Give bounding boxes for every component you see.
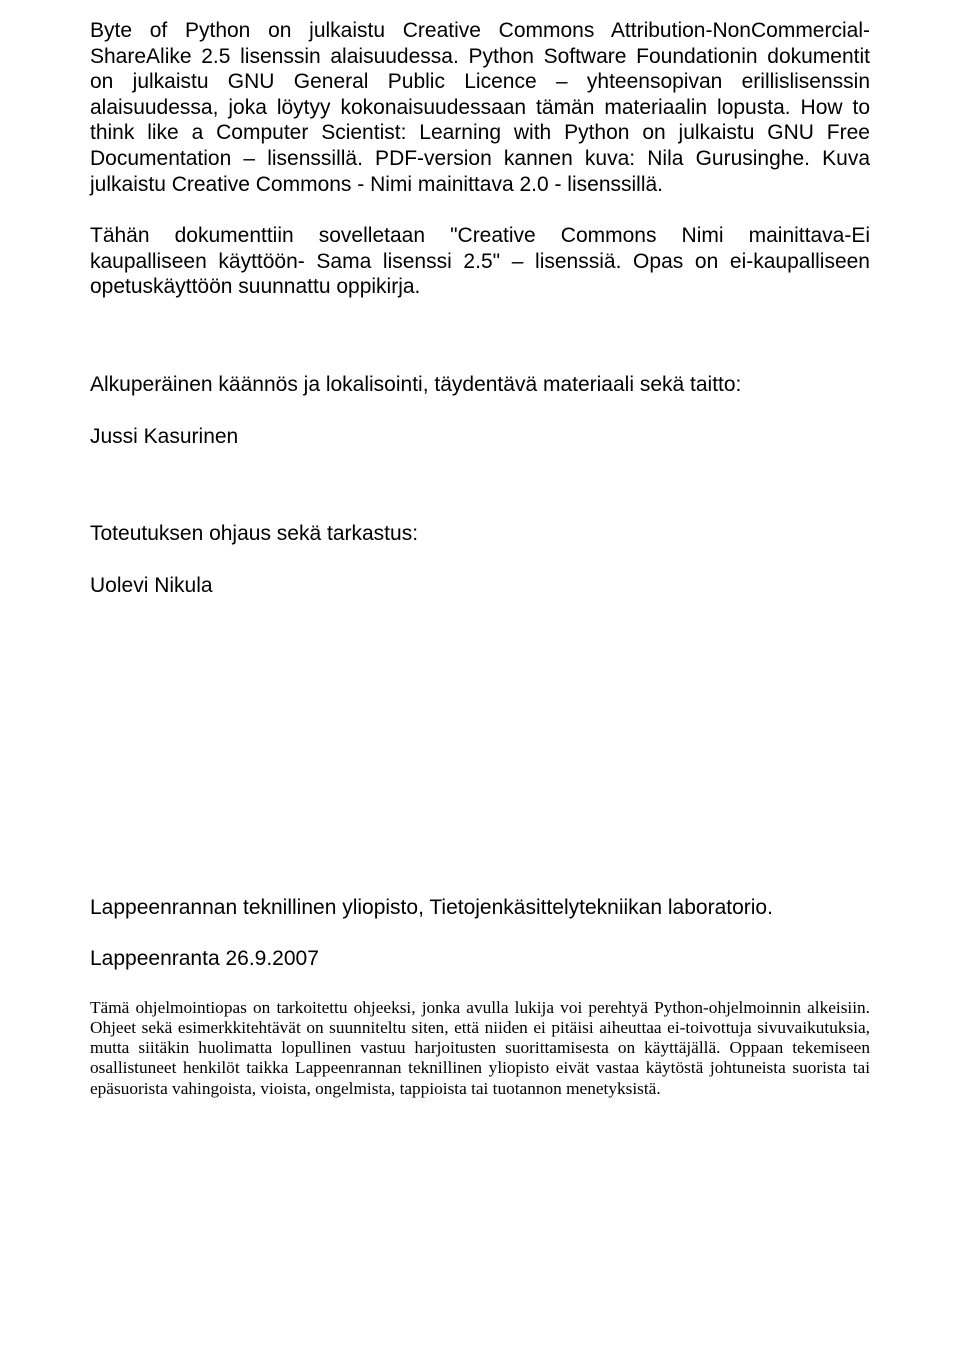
license-paragraph-2: Tähän dokumenttiin sovelletaan "Creative… (90, 223, 870, 300)
license-paragraph-1: Byte of Python on julkaistu Creative Com… (90, 18, 870, 197)
credits-heading-translation: Alkuperäinen käännös ja lokalisointi, tä… (90, 372, 870, 398)
credits-heading-supervision: Toteutuksen ohjaus sekä tarkastus: (90, 521, 870, 547)
date-line: Lappeenranta 26.9.2007 (90, 946, 870, 972)
spacer (90, 326, 870, 372)
document-page: Byte of Python on julkaistu Creative Com… (0, 0, 960, 1366)
credits-name-nikula: Uolevi Nikula (90, 573, 870, 599)
credits-name-kasurinen: Jussi Kasurinen (90, 424, 870, 450)
disclaimer-paragraph: Tämä ohjelmointiopas on tarkoitettu ohje… (90, 998, 870, 1099)
affiliation-line: Lappeenrannan teknillinen yliopisto, Tie… (90, 895, 870, 921)
spacer (90, 475, 870, 521)
spacer (90, 625, 870, 895)
